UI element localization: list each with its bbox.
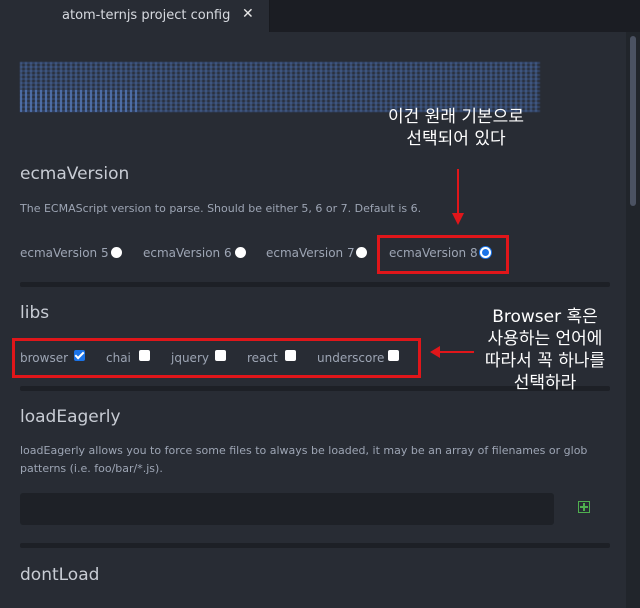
load-eagerly-input[interactable] — [20, 493, 554, 525]
load-eagerly-description: loadEagerly allows you to force some fil… — [20, 444, 588, 475]
ecma-version-description: The ECMAScript version to parse. Should … — [20, 202, 422, 215]
section-divider — [20, 282, 610, 287]
scrollbar-thumb[interactable] — [630, 36, 636, 206]
libs-title: libs — [20, 303, 50, 323]
libs-highlight-box — [12, 338, 421, 378]
add-icon[interactable] — [578, 501, 590, 513]
ecma-highlight-box — [377, 235, 509, 274]
down-arrow-icon — [452, 169, 464, 225]
ecma-option-7-radio[interactable] — [356, 247, 367, 258]
left-arrow-icon — [430, 346, 474, 358]
default-note: 이건 원래 기본으로 선택되어 있다 — [388, 107, 524, 149]
tab-project-config[interactable]: atom-ternjs project config ✕ — [0, 0, 270, 32]
ecma-option-5-radio[interactable] — [111, 247, 122, 258]
dont-load-title: dontLoad — [20, 565, 100, 585]
section-divider — [20, 543, 610, 548]
ecma-version-title: ecmaVersion — [20, 164, 130, 184]
libs-note: Browser 혹은 사용하는 언어에 따라서 꼭 하나를 선택하라 — [484, 307, 606, 393]
redacted-header-line2 — [20, 90, 140, 112]
config-panel: ecmaVersion The ECMAScript version to pa… — [0, 32, 626, 608]
vertical-scrollbar[interactable] — [626, 32, 640, 608]
tab-bar: atom-ternjs project config ✕ — [0, 0, 640, 32]
ecma-option-6-label: ecmaVersion 6 — [143, 246, 232, 260]
ecma-option-5-label: ecmaVersion 5 — [20, 246, 109, 260]
ecma-option-7-label: ecmaVersion 7 — [266, 246, 355, 260]
tab-title: atom-ternjs project config — [62, 8, 231, 23]
close-icon[interactable]: ✕ — [242, 6, 254, 22]
ecma-option-6-radio[interactable] — [235, 247, 246, 258]
load-eagerly-title: loadEagerly — [20, 407, 121, 427]
